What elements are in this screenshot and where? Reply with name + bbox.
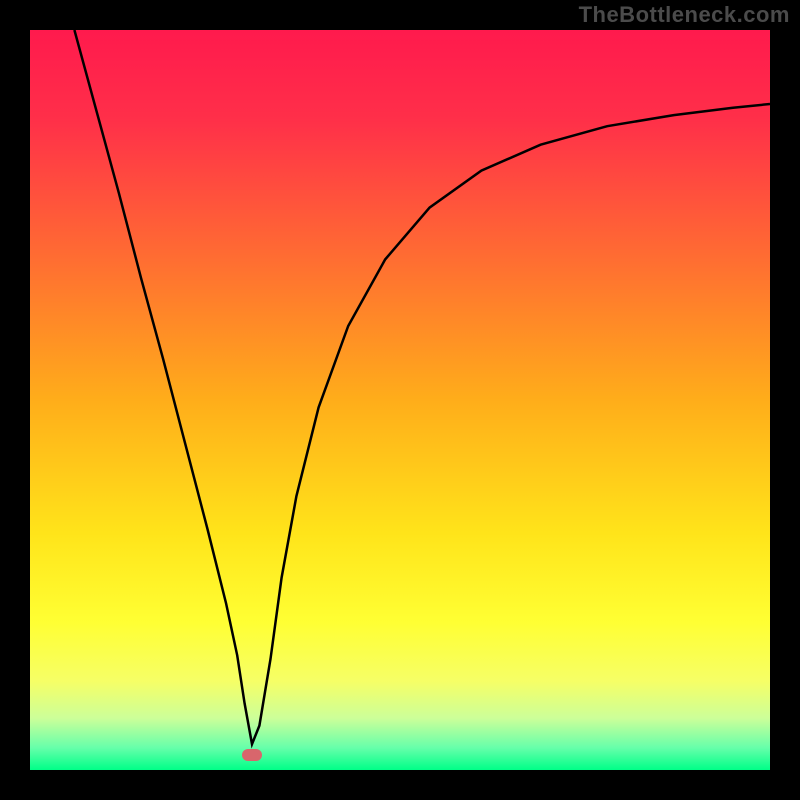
bottleneck-curve [74,30,770,744]
plot-area [30,30,770,770]
chart-frame: TheBottleneck.com [0,0,800,800]
watermark-text: TheBottleneck.com [579,2,790,28]
curve-layer [30,30,770,770]
minimum-point-marker [242,749,262,761]
